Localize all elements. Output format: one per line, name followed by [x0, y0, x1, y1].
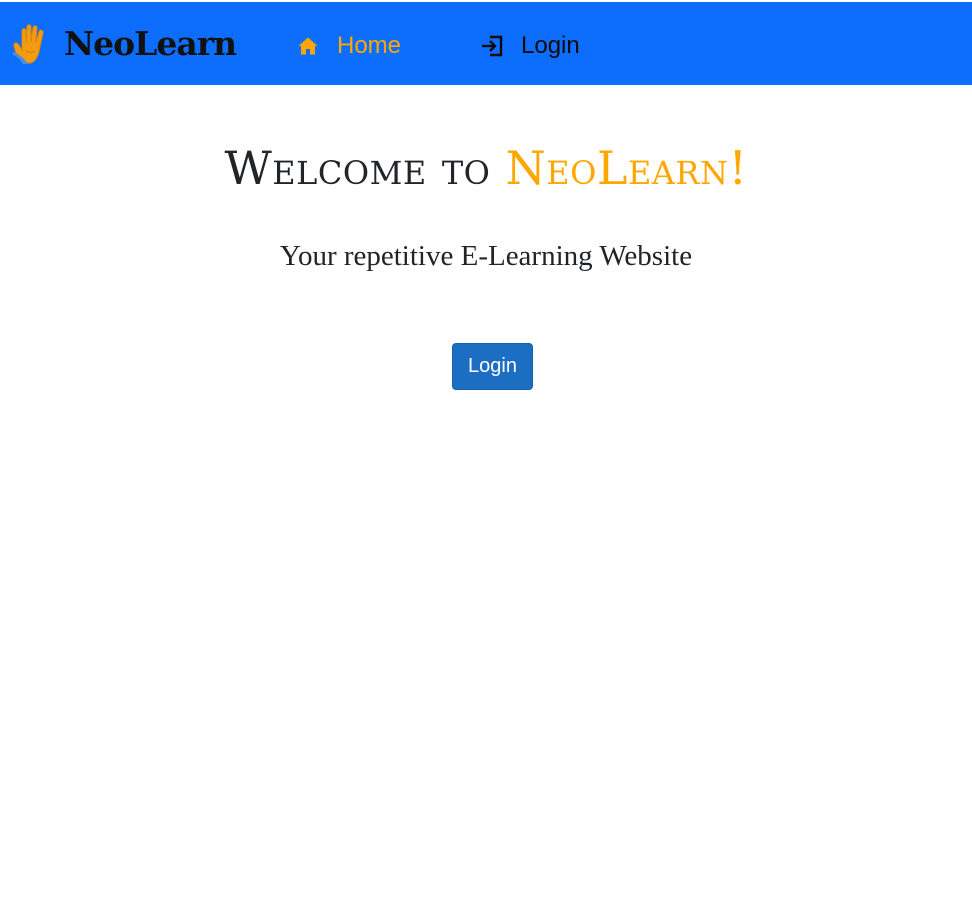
nav-home-label: Home — [337, 32, 402, 59]
nav-login-label: Login — [521, 32, 580, 59]
brand-name: NeoLearn — [64, 24, 237, 63]
nav-link-login[interactable]: Login — [480, 30, 580, 62]
welcome-heading-prefix: Welcome to — [224, 141, 506, 195]
brand-link[interactable]: NeoLearn — [10, 21, 237, 67]
hand-icon — [12, 24, 44, 64]
login-button[interactable]: Login — [452, 343, 533, 390]
welcome-heading-brand: NeoLearn! — [505, 141, 748, 195]
top-navbar: NeoLearn Home Login — [0, 2, 972, 85]
tagline: Your repetitive E-Learning Website — [279, 240, 693, 272]
nav-link-home[interactable]: Home — [296, 30, 401, 62]
home-icon — [298, 37, 318, 55]
login-icon — [482, 35, 503, 57]
welcome-heading: Welcome to NeoLearn! — [0, 140, 972, 196]
